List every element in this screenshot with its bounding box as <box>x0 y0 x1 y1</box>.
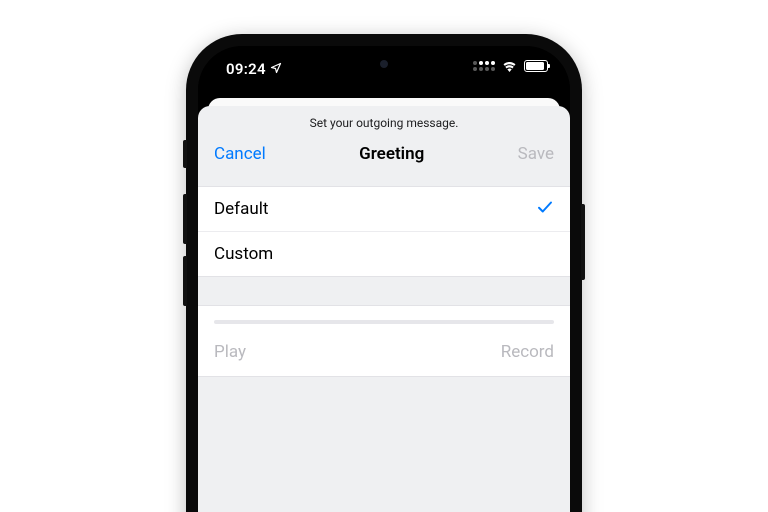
battery-icon <box>524 60 548 72</box>
status-time: 09:24 <box>226 60 282 78</box>
volume-down-button <box>183 256 187 306</box>
save-button[interactable]: Save <box>518 144 554 164</box>
record-button[interactable]: Record <box>501 342 554 362</box>
progress-track[interactable] <box>214 320 554 324</box>
phone-screen: 09:24 <box>198 46 570 512</box>
help-text: Set your outgoing message. <box>198 106 570 138</box>
checkmark-icon <box>536 198 554 221</box>
playback-controls: Play Record <box>198 332 570 377</box>
clock-text: 09:24 <box>226 60 266 78</box>
nav-bar: Cancel Greeting Save <box>198 138 570 186</box>
playback-progress <box>198 305 570 332</box>
option-custom[interactable]: Custom <box>198 231 570 276</box>
phone-frame: 09:24 <box>186 34 582 512</box>
status-right <box>473 60 548 72</box>
notch <box>302 46 466 74</box>
section-gap <box>198 277 570 305</box>
page-title: Greeting <box>359 144 424 164</box>
wifi-icon <box>501 60 518 72</box>
stage: 09:24 <box>0 0 768 512</box>
greeting-sheet: Set your outgoing message. Cancel Greeti… <box>198 106 570 512</box>
dual-signal-icon <box>473 61 495 71</box>
option-default-label: Default <box>214 199 268 219</box>
option-custom-label: Custom <box>214 244 273 264</box>
cancel-button[interactable]: Cancel <box>214 144 266 164</box>
volume-up-button <box>183 194 187 244</box>
play-button[interactable]: Play <box>214 342 246 362</box>
location-icon <box>270 60 282 78</box>
greeting-options-list: Default Custom <box>198 186 570 277</box>
mute-switch <box>183 140 187 168</box>
option-default[interactable]: Default <box>198 187 570 231</box>
side-button <box>581 204 585 280</box>
